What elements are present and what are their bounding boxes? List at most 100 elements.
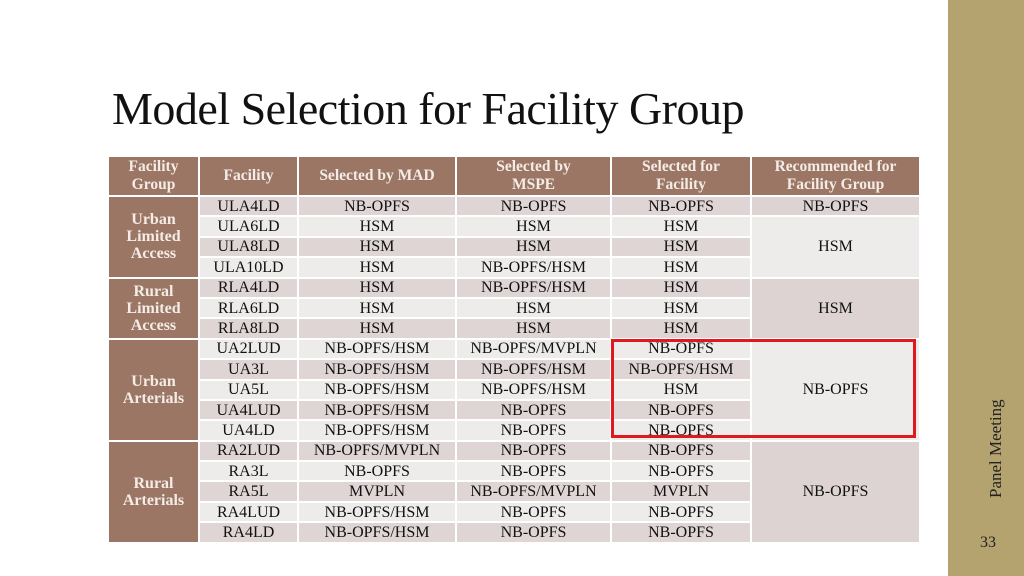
mspe-cell: NB-OPFS/MVPLN <box>455 337 612 361</box>
facility-group-cell: Rural Limited Access <box>107 276 200 340</box>
facility-cell: UA3L <box>198 358 299 381</box>
mad-cell: HSM <box>297 276 457 299</box>
selected-facility-cell: HSM <box>610 378 752 401</box>
mad-cell: HSM <box>297 317 457 340</box>
selected-facility-cell: NB-OPFS <box>610 194 752 218</box>
facility-group-text: Arterials <box>122 389 185 407</box>
recommended-cell: HSM <box>750 215 921 279</box>
mad-cell: MVPLN <box>297 480 457 503</box>
selected-facility-cell: HSM <box>610 317 752 340</box>
facility-cell: UA4LD <box>198 419 299 442</box>
mad-cell: NB-OPFS/HSM <box>297 398 457 422</box>
selected-facility-cell: NB-OPFS <box>610 439 752 463</box>
header-selected-by-mspe: Selected by MSPE <box>455 155 612 197</box>
header-text: Selected by MAD <box>319 167 435 184</box>
mspe-cell: NB-OPFS/HSM <box>455 378 612 401</box>
header-recommended-for-group: Recommended for Facility Group <box>750 155 921 197</box>
facility-cell: RA4LUD <box>198 500 299 524</box>
header-text: Facility Group <box>786 176 885 193</box>
mad-cell: NB-OPFS/HSM <box>297 500 457 524</box>
slide-title: Model Selection for Facility Group <box>112 83 745 134</box>
header-selected-for-facility: Selected for Facility <box>610 155 752 197</box>
mad-cell: NB-OPFS/HSM <box>297 337 457 361</box>
mspe-cell: HSM <box>455 296 612 320</box>
selected-facility-cell: HSM <box>610 256 752 279</box>
facility-cell: ULA4LD <box>198 194 299 218</box>
facility-cell: ULA6LD <box>198 215 299 238</box>
selected-facility-cell: NB-OPFS/HSM <box>610 358 752 381</box>
mad-cell: HSM <box>297 296 457 320</box>
table-row: ULA6LD HSM HSM HSM HSM <box>108 215 921 279</box>
facility-group-text: Access <box>130 316 177 334</box>
table-row: Rural Limited Access RLA4LD HSM NB-OPFS/HSM HS… <box>107 276 921 340</box>
facility-cell: ULA8LD <box>198 235 299 259</box>
facility-group-text: Limited <box>126 228 181 246</box>
mspe-cell: NB-OPFS <box>455 460 612 483</box>
mad-cell: NB-OPFS/MVPLN <box>297 439 457 463</box>
facility-cell: UA4LUD <box>198 398 299 422</box>
page-number: 33 <box>980 534 996 551</box>
header-facility: Facility <box>198 155 299 197</box>
selected-facility-cell: NB-OPFS <box>610 460 752 483</box>
selected-facility-cell: NB-OPFS <box>610 337 752 361</box>
selected-facility-cell: HSM <box>610 276 752 299</box>
mad-cell: HSM <box>297 215 457 238</box>
header-text: Facility <box>656 176 706 193</box>
recommended-cell: NB-OPFS <box>750 337 921 442</box>
header-text: MSPE <box>511 176 556 193</box>
facility-cell: RLA4LD <box>198 276 299 299</box>
facility-cell: RA4LD <box>198 521 299 544</box>
facility-group-text: Arterials <box>122 491 185 509</box>
model-selection-table: Facility Group Facility Selected by MAD Sele… <box>107 155 921 544</box>
mspe-cell: HSM <box>455 235 612 259</box>
table-row: Rural Arterials RA2LUD NB-OPFS/MVPLN NB-OPFS… <box>107 439 921 544</box>
mad-cell: NB-OPFS/HSM <box>297 358 457 381</box>
header-text: Recommended for <box>774 158 897 175</box>
facility-cell: UA2LUD <box>198 337 299 361</box>
header-text: Selected for <box>642 158 720 175</box>
facility-group-text: Rural <box>133 474 174 492</box>
recommended-cell: NB-OPFS <box>750 194 921 218</box>
selected-facility-cell: NB-OPFS <box>610 521 752 544</box>
mad-cell: NB-OPFS/HSM <box>297 521 457 544</box>
mspe-cell: NB-OPFS <box>455 521 612 544</box>
recommended-cell: NB-OPFS <box>750 439 921 544</box>
mspe-cell: NB-OPFS <box>455 439 612 463</box>
selected-facility-cell: MVPLN <box>610 480 752 503</box>
selected-facility-cell: HSM <box>610 296 752 320</box>
mspe-cell: NB-OPFS <box>455 419 612 442</box>
facility-cell: RA3L <box>198 460 299 483</box>
facility-group-cell: Rural Arterials <box>107 439 200 544</box>
selected-facility-cell: NB-OPFS <box>610 419 752 442</box>
header-text: Group <box>131 176 176 193</box>
selected-facility-cell: NB-OPFS <box>610 500 752 524</box>
mspe-cell: NB-OPFS/MVPLN <box>455 480 612 503</box>
facility-cell: UA5L <box>198 378 299 401</box>
mspe-cell: NB-OPFS <box>455 398 612 422</box>
mad-cell: HSM <box>297 256 457 279</box>
facility-group-text: Urban <box>131 372 176 390</box>
header-selected-by-mad: Selected by MAD <box>297 155 457 197</box>
mspe-cell: NB-OPFS/HSM <box>455 358 612 381</box>
mad-cell: NB-OPFS <box>297 194 457 218</box>
mspe-cell: HSM <box>455 215 612 238</box>
facility-cell: RA5L <box>198 480 299 503</box>
mspe-cell: HSM <box>455 317 612 340</box>
mspe-cell: NB-OPFS <box>455 500 612 524</box>
header-text: Facility <box>128 158 179 175</box>
facility-cell: ULA10LD <box>198 256 299 279</box>
facility-group-text: Urban <box>131 211 176 229</box>
selected-facility-cell: NB-OPFS <box>610 398 752 422</box>
facility-group-text: Rural <box>133 282 174 300</box>
table-header-row: Facility Group Facility Selected by MAD Sele… <box>107 155 921 197</box>
mad-cell: NB-OPFS/HSM <box>297 419 457 442</box>
mad-cell: HSM <box>297 235 457 259</box>
mspe-cell: NB-OPFS/HSM <box>455 256 612 279</box>
facility-cell: RLA6LD <box>198 296 299 320</box>
facility-cell: RLA8LD <box>198 317 299 340</box>
table-row: Urban Arterials UA2LUD NB-OPFS/HSM NB-OPFS/M… <box>107 337 921 442</box>
selected-facility-cell: HSM <box>610 215 752 238</box>
recommended-cell: HSM <box>750 276 921 340</box>
selected-facility-cell: HSM <box>610 235 752 259</box>
facility-cell: RA2LUD <box>198 439 299 463</box>
